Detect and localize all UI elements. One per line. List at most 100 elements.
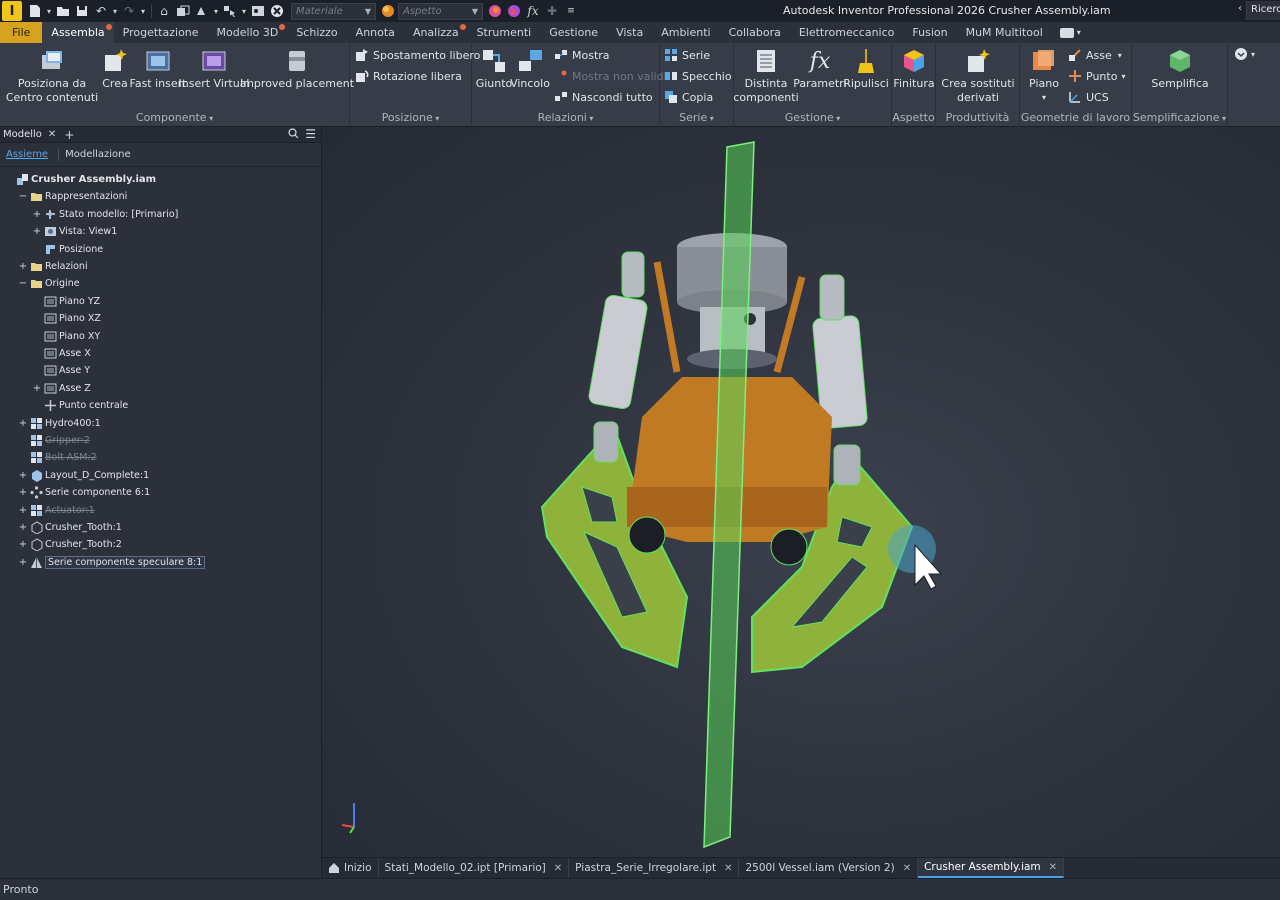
tab-progettazione[interactable]: Progettazione (114, 22, 208, 43)
pattern-button[interactable]: Serie (664, 46, 710, 64)
app-logo-icon[interactable]: I (2, 1, 22, 21)
close-icon[interactable]: ✕ (554, 863, 562, 874)
fast-insert-button[interactable]: Fast insert (130, 47, 186, 91)
tab-ambienti[interactable]: Ambienti (652, 22, 719, 43)
tab-mum-multitool[interactable]: MuM Multitool (957, 22, 1052, 43)
panel-label-relazioni[interactable]: Relazioni (472, 111, 659, 124)
tab-strumenti[interactable]: Strumenti (468, 22, 541, 43)
customize-chevron-icon[interactable]: ≡ (562, 2, 580, 20)
home-icon[interactable]: ⌂ (155, 2, 173, 20)
video-camera-icon[interactable] (1059, 27, 1074, 38)
parameters-button[interactable]: fx Parametri (793, 47, 847, 91)
new-file-icon[interactable] (26, 2, 44, 20)
create-button[interactable]: Crea (100, 47, 130, 91)
add-browser-icon[interactable]: + (64, 128, 74, 142)
work-plane-button[interactable]: Piano ▾ (1024, 47, 1064, 105)
clear-override-icon[interactable] (249, 2, 267, 20)
chevron-left-icon[interactable]: ‹ (1238, 3, 1242, 14)
finish-button[interactable]: Finitura (893, 47, 935, 91)
free-rotate-button[interactable]: Rotazione libera (355, 67, 462, 85)
graphics-viewport[interactable] (322, 127, 1280, 857)
update-icon[interactable] (193, 2, 211, 20)
doc-tab-piastra[interactable]: Piastra_Serie_Irregolare.ipt ✕ (569, 858, 740, 878)
work-point-button[interactable]: Punto ▾ (1068, 67, 1125, 85)
tab-analizza[interactable]: Analizza (404, 22, 468, 43)
panel-label-serie[interactable]: Serie (660, 111, 733, 124)
open-folder-icon[interactable] (54, 2, 72, 20)
collapse-icon[interactable]: − (18, 191, 28, 202)
place-from-content-center-button[interactable]: Posiziona da Centro contenuti (6, 47, 98, 105)
search-input[interactable]: Ricerca (1246, 1, 1280, 20)
tree-item[interactable]: + Crusher_Tooth:1 (18, 519, 122, 536)
chevron-down-icon[interactable]: ▾ (45, 2, 53, 20)
tree-item[interactable]: + Actuator:1 (18, 502, 95, 519)
clean-button[interactable]: Ripulisci (843, 47, 889, 91)
tree-item[interactable]: − Origine (18, 275, 80, 292)
constraint-button[interactable]: Vincolo (510, 47, 550, 91)
close-icon[interactable]: ✕ (48, 129, 56, 140)
undo-icon[interactable]: ↶ (92, 2, 110, 20)
mirror-button[interactable]: Specchio (664, 67, 732, 85)
tree-item[interactable]: + Asse Z (32, 380, 91, 397)
save-icon[interactable] (73, 2, 91, 20)
tree-item[interactable]: Piano YZ (32, 293, 100, 310)
joint-button[interactable]: Giunto (476, 47, 512, 91)
tree-item[interactable]: Asse X (32, 345, 91, 362)
tree-item[interactable]: + Serie componente 6:1 (18, 484, 150, 501)
crusher-model[interactable] (322, 127, 1280, 857)
tree-item[interactable]: + Hydro400:1 (18, 415, 101, 432)
panel-label-semplificazione[interactable]: Semplificazione (1132, 111, 1227, 124)
work-axis-button[interactable]: Asse ▾ (1068, 46, 1122, 64)
appearance-sphere-icon[interactable] (379, 2, 397, 20)
search-icon[interactable] (288, 128, 299, 142)
panel-label-posizione[interactable]: Posizione (350, 111, 471, 124)
tree-item[interactable]: + Crusher_Tooth:2 (18, 536, 122, 553)
expand-icon[interactable]: + (18, 487, 28, 498)
tab-assembla[interactable]: Assembla (42, 22, 114, 43)
bill-of-materials-button[interactable]: Distinta componenti (733, 47, 799, 105)
chevron-down-icon[interactable]: ▾ (212, 2, 220, 20)
tab-file[interactable]: File (0, 22, 43, 43)
tree-item[interactable]: − Rappresentazioni (18, 188, 127, 205)
free-move-button[interactable]: Spostamento libero (355, 46, 480, 64)
tab-modello-3d[interactable]: Modello 3D (208, 22, 288, 43)
hamburger-menu-icon[interactable]: ☰ (305, 127, 316, 141)
tree-item[interactable]: + Layout_D_Complete:1 (18, 467, 149, 484)
material-dropdown[interactable]: Materiale ▼ (291, 2, 376, 20)
subtab-modeling[interactable]: Modellazione (65, 149, 131, 160)
panel-label-componente[interactable]: Componente (0, 111, 349, 124)
tab-vista[interactable]: Vista (607, 22, 652, 43)
improved-placement-button[interactable]: Improved placement (240, 47, 354, 91)
close-icon[interactable]: ✕ (1049, 862, 1057, 873)
simplify-button[interactable]: Semplifica (1146, 47, 1214, 91)
expand-icon[interactable]: + (32, 209, 42, 220)
tree-item[interactable]: Piano XZ (32, 310, 101, 327)
insert-virtual-button[interactable]: Insert Virtual (179, 47, 250, 91)
appearance-dropdown[interactable]: Aspetto ▼ (398, 2, 483, 20)
panel-label-gestione[interactable]: Gestione (734, 111, 891, 124)
tab-schizzo[interactable]: Schizzo (287, 22, 346, 43)
tab-collabora[interactable]: Collabora (720, 22, 790, 43)
redo-icon[interactable]: ↷ (120, 2, 138, 20)
doc-tab-vessel[interactable]: 2500l Vessel.iam (Version 2) ✕ (739, 858, 919, 878)
doc-tab-home[interactable]: Inizio (322, 858, 379, 878)
plus-icon[interactable]: ✚ (543, 2, 561, 20)
tree-item[interactable]: + Stato modello: [Primario] (32, 206, 179, 223)
tree-item[interactable]: Asse Y (32, 362, 90, 379)
clear-appearance-icon[interactable] (505, 2, 523, 20)
collapse-icon[interactable]: − (18, 278, 28, 289)
tree-item[interactable]: Piano XY (32, 328, 100, 345)
doc-tab-stati-modello[interactable]: Stati_Modello_02.ipt [Primario] ✕ (379, 858, 570, 878)
stop-icon[interactable] (268, 2, 286, 20)
show-invalid-button[interactable]: Mostra non validi (554, 67, 667, 85)
tree-item[interactable]: Bolt ASM:2 (18, 449, 97, 466)
project-icon[interactable] (174, 2, 192, 20)
ribbon-options[interactable]: ▾ (1234, 47, 1255, 61)
browser-tab-model[interactable]: Modello (0, 129, 42, 140)
chevron-down-icon[interactable]: ▾ (1077, 28, 1081, 37)
expand-icon[interactable]: + (32, 383, 42, 394)
chevron-down-icon[interactable]: ▾ (139, 2, 147, 20)
expand-icon[interactable]: + (18, 522, 28, 533)
create-substitutes-button[interactable]: Crea sostituti derivati (940, 47, 1016, 105)
chevron-down-icon[interactable]: ▾ (111, 2, 119, 20)
